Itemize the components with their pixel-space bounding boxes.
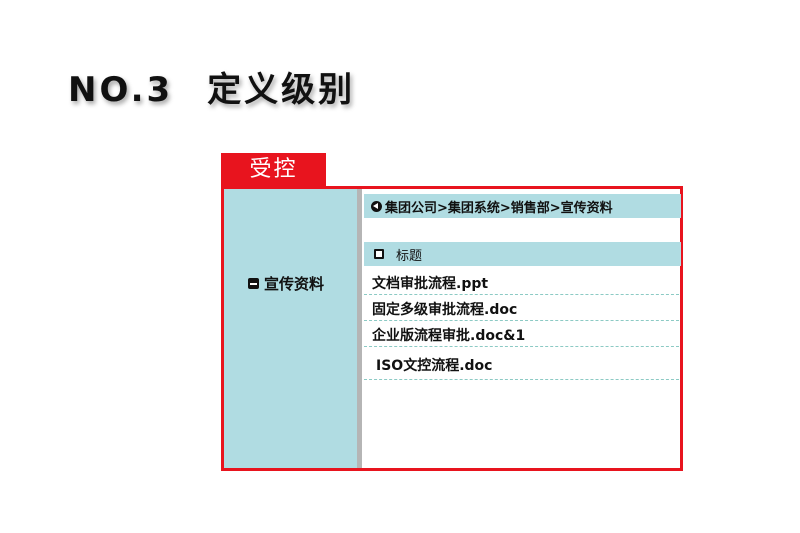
column-header-title: 标题 (396, 248, 423, 264)
minus-icon[interactable] (248, 277, 259, 289)
sidebar-item-label: 宣传资料 (264, 274, 325, 293)
sidebar-item-promo-materials[interactable]: 宣传资料 (248, 271, 324, 295)
page-title-text: 定义级别 (207, 70, 356, 110)
list-item[interactable]: 企业版流程审批.doc&1 (364, 321, 679, 347)
sidebar: 宣传资料 (224, 189, 357, 468)
breadcrumb-path[interactable]: 集团公司>集团系统>销售部>宣传资料 (385, 197, 613, 216)
panel-divider[interactable] (357, 189, 362, 468)
list-item[interactable]: 固定多级审批流程.doc (364, 295, 679, 321)
page-title: NO.3 定义级别 (68, 68, 355, 112)
page-title-number: NO.3 (68, 70, 174, 110)
list-item[interactable]: ISO文控流程.doc (364, 347, 679, 380)
back-arrow-icon[interactable] (371, 200, 382, 212)
list-header: 标题 (364, 242, 681, 266)
checkbox-icon[interactable] (374, 249, 384, 259)
file-list: 文档审批流程.ppt 固定多级审批流程.doc 企业版流程审批.doc&1 IS… (364, 269, 679, 380)
breadcrumb: 集团公司>集团系统>销售部>宣传资料 (364, 194, 681, 218)
document-panel: 宣传资料 集团公司>集团系统>销售部>宣传资料 标题 文档审批流程.ppt 固定… (221, 186, 683, 471)
list-item[interactable]: 文档审批流程.ppt (364, 269, 679, 295)
tab-controlled[interactable]: 受控 (221, 153, 326, 187)
